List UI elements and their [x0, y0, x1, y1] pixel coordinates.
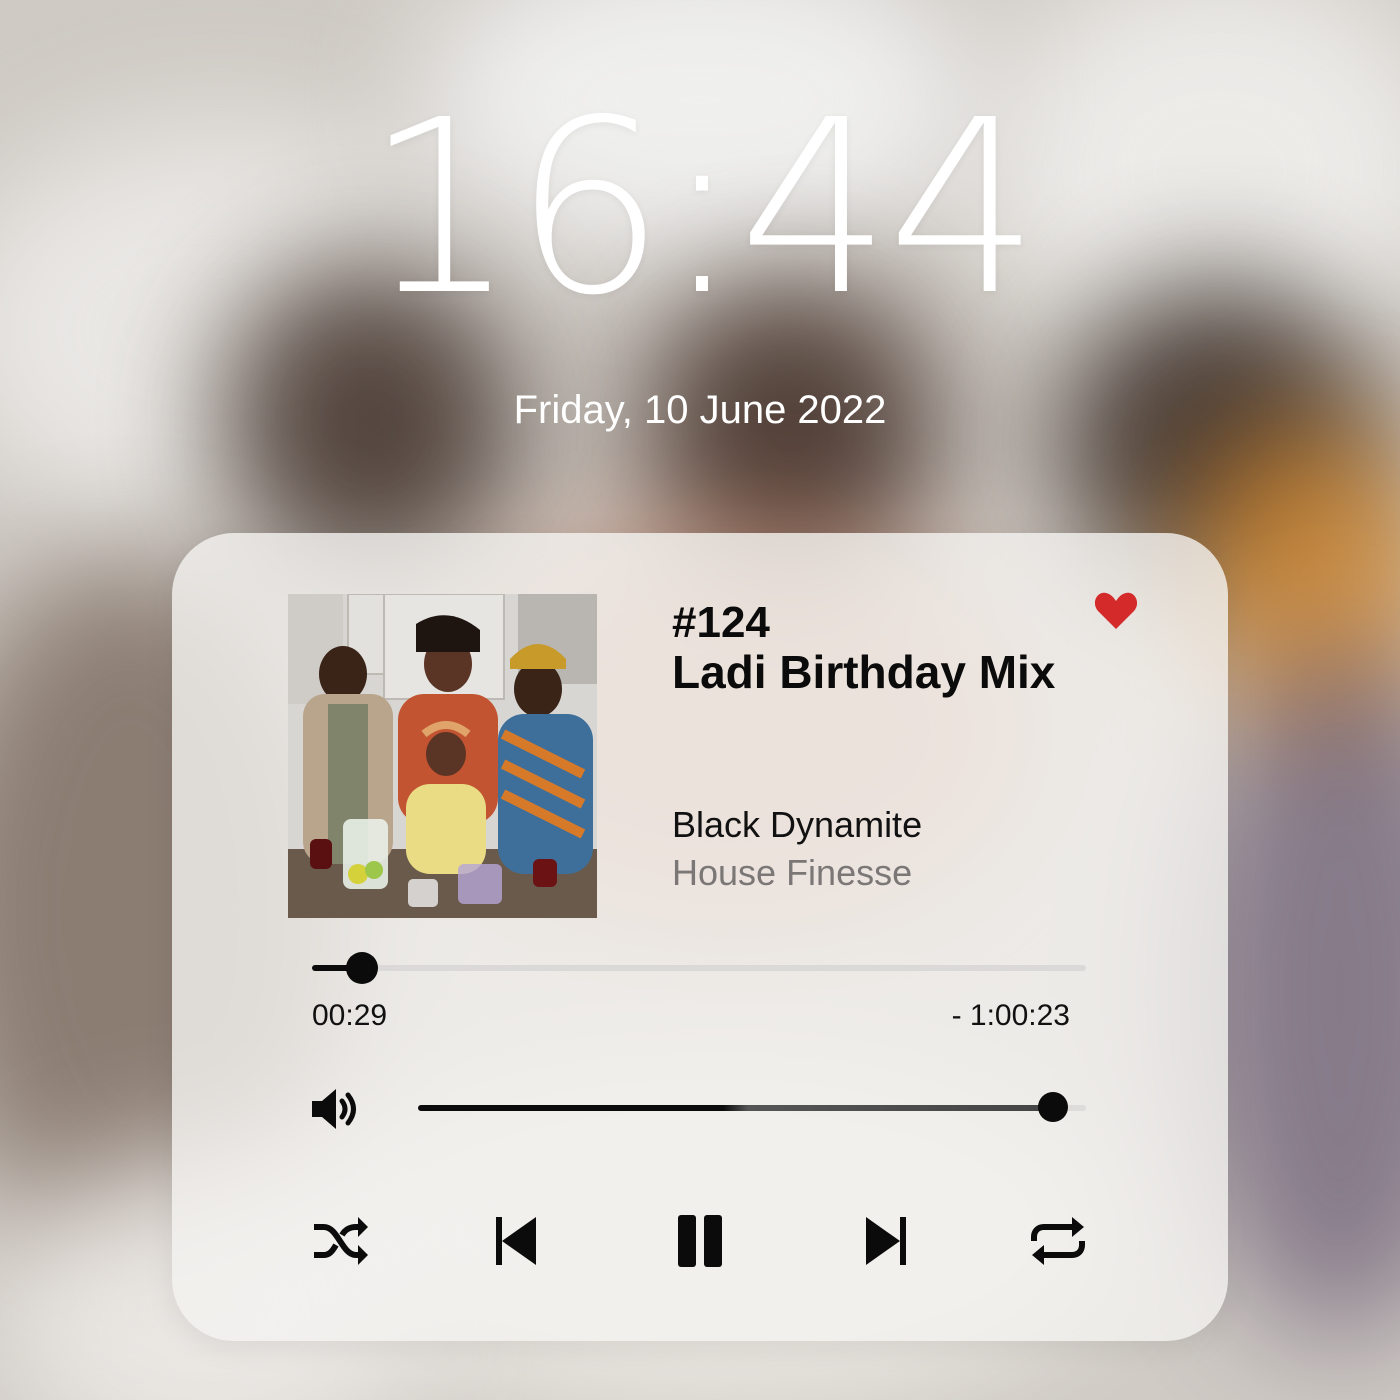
volume-level-fill	[418, 1105, 1053, 1111]
remaining-time: - 1:00:23	[951, 999, 1070, 1032]
volume-speaker-icon[interactable]	[310, 1085, 362, 1133]
track-title: Ladi Birthday Mix	[672, 646, 1056, 698]
episode-number: #124	[672, 598, 770, 647]
skip-next-icon	[856, 1213, 916, 1269]
artist-name[interactable]: Black Dynamite	[672, 807, 922, 843]
shuffle-button[interactable]	[310, 1213, 370, 1269]
lockscreen-clock: 16:44	[364, 68, 1040, 348]
lockscreen-date: Friday, 10 June 2022	[513, 388, 887, 432]
album-name[interactable]: House Finesse	[672, 855, 912, 891]
favorite-heart-icon[interactable]	[1094, 591, 1138, 631]
previous-track-button[interactable]	[486, 1213, 546, 1269]
album-artwork	[288, 594, 597, 918]
volume-slider-handle[interactable]	[1037, 1092, 1068, 1122]
shuffle-icon	[310, 1213, 370, 1269]
repeat-icon	[1028, 1213, 1088, 1269]
next-track-button[interactable]	[856, 1213, 916, 1269]
skip-previous-icon	[486, 1213, 546, 1269]
pause-icon	[670, 1213, 730, 1269]
now-playing-widget: #124 Ladi Birthday Mix Black Dynamite Ho…	[172, 533, 1228, 1341]
playback-scrubber-handle[interactable]	[346, 952, 379, 984]
repeat-button[interactable]	[1028, 1213, 1088, 1269]
elapsed-time: 00:29	[312, 999, 388, 1032]
play-pause-button[interactable]	[670, 1213, 730, 1269]
playback-progress-bar[interactable]	[312, 952, 1086, 984]
volume-slider[interactable]	[418, 1092, 1086, 1122]
